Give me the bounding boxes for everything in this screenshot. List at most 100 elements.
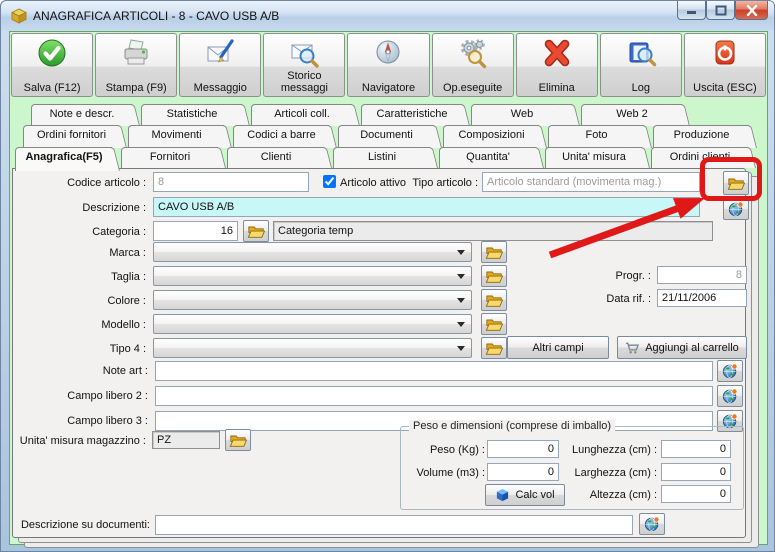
descrizione-documenti-globe-button[interactable] [639,513,665,535]
tipo-4-dropdown[interactable] [153,338,472,358]
tab-anagrafica-f5[interactable]: Anagrafica(F5) [15,147,121,171]
tipo-4-folder-button[interactable] [481,337,507,359]
tab-row-top: Note e descr. Statistiche Articoli coll.… [31,104,691,126]
title-bar[interactable]: ANAGRAFICA ARTICOLI - 8 - CAVO USB A/B [1,1,774,31]
toolbar-button-navigatore[interactable]: Navigatore [347,33,430,97]
toolbar-button-stampa[interactable]: Stampa (F9) [95,33,178,97]
tab-caratteristiche[interactable]: Caratteristiche [361,104,471,126]
folder-icon [485,341,503,356]
volume-label: Volume (m3) : [416,467,485,479]
altezza-field[interactable] [661,485,731,503]
aggiungi-al-carrello-button[interactable]: Aggiungi al carrello [617,336,747,359]
tab-movimenti[interactable]: Movimenti [128,125,233,148]
tipo-articolo-folder-button[interactable] [723,171,749,195]
toolbar-label: Op.eseguite [442,82,503,94]
tipo-articolo-field[interactable] [482,172,700,192]
folder-icon [485,269,503,284]
note-art-field[interactable] [155,361,713,381]
tab-statistiche[interactable]: Statistiche [141,104,251,126]
tab-ordini-fornitori[interactable]: Ordini fornitori [23,125,128,148]
minimize-icon [686,11,696,14]
minimize-button[interactable] [677,1,706,20]
categoria-code-field[interactable] [153,221,238,241]
tab-composizioni[interactable]: Composizioni [443,125,548,148]
toolbar-button-salva[interactable]: Salva (F12) [11,33,94,97]
toolbar-label: Salva (F12) [23,82,81,94]
descrizione-documenti-field[interactable] [155,515,633,535]
toolbar-button-uscita[interactable]: Uscita (ESC) [683,33,766,97]
tab-web-2[interactable]: Web 2 [581,104,691,126]
log-book-icon [629,42,657,67]
toolbar-button-storico-messaggi[interactable]: Storico messaggi [263,33,346,97]
volume-field[interactable] [487,463,559,481]
tab-listini[interactable]: Listini [333,147,439,168]
data-rif-field[interactable] [657,289,747,307]
descrizione-globe-button[interactable] [723,198,749,220]
colore-folder-button[interactable] [481,289,507,311]
tab-quantita[interactable]: Quantita' [439,147,545,168]
campo-libero-2-field[interactable] [155,386,713,406]
codice-articolo-field[interactable] [153,172,309,192]
toolbar-label: Uscita (ESC) [693,82,757,94]
tab-codici-a-barre[interactable]: Codici a barre [233,125,338,148]
tab-documenti[interactable]: Documenti [338,125,443,148]
unita-misura-folder-button[interactable] [225,429,251,451]
categoria-label: Categoria : [92,226,146,238]
larghezza-label: Larghezza (cm) : [574,467,657,479]
modello-dropdown[interactable] [153,314,472,334]
tab-label: Ordini fornitori [36,129,107,141]
tab-label: Unita' misura [562,151,626,163]
window-title: ANAGRAFICA ARTICOLI - 8 - CAVO USB A/B [33,9,280,23]
tab-ordini-clienti[interactable]: Ordini clienti [651,147,757,168]
colore-dropdown[interactable] [153,290,472,310]
delete-x-icon [544,39,570,67]
toolbar-label: Storico messaggi [280,70,328,94]
tab-produzione[interactable]: Produzione [653,125,758,148]
peso-field[interactable] [487,440,559,458]
campo-libero-2-globe-button[interactable] [717,385,743,407]
tab-foto[interactable]: Foto [548,125,653,148]
tab-unita-misura[interactable]: Unita' misura [545,147,651,168]
larghezza-field[interactable] [661,463,731,481]
unita-misura-magazzino-field[interactable] [152,431,220,449]
altri-campi-button[interactable]: Altri campi [507,336,609,359]
aggiungi-al-carrello-label: Aggiungi al carrello [645,341,739,354]
globe-icon [722,363,738,379]
modello-folder-button[interactable] [481,313,507,335]
compass-icon [376,40,400,64]
lunghezza-field[interactable] [661,440,731,458]
calc-vol-button[interactable]: Calc vol [485,484,565,506]
close-button[interactable] [735,1,768,20]
campo-libero-3-label: Campo libero 3 : [67,415,148,427]
tab-note-e-descr[interactable]: Note e descr. [31,104,141,126]
toolbar-button-op-eseguite[interactable]: Op.eseguite [431,33,514,97]
tab-clienti[interactable]: Clienti [227,147,333,168]
descrizione-label: Descrizione : [82,202,146,214]
marca-dropdown[interactable] [153,242,472,262]
chevron-down-icon [457,298,465,307]
progr-field[interactable] [657,266,747,284]
marca-folder-button[interactable] [481,241,507,263]
note-art-globe-button[interactable] [717,360,743,382]
categoria-folder-button[interactable] [243,220,269,242]
tab-label: Note e descr. [49,108,115,120]
toolbar-button-log[interactable]: Log [599,33,682,97]
maximize-button[interactable] [706,1,735,20]
descrizione-field[interactable] [153,197,700,217]
tab-web[interactable]: Web [471,104,581,126]
toolbar-button-elimina[interactable]: Elimina [515,33,598,97]
folder-icon [229,433,247,448]
articolo-attivo-checkbox[interactable] [323,175,336,188]
taglia-folder-button[interactable] [481,265,507,287]
tab-label: Articoli coll. [274,108,330,120]
taglia-dropdown[interactable] [153,266,472,286]
taglia-label: Taglia : [111,271,146,283]
tab-label: Caratteristiche [376,108,448,120]
toolbar-button-messaggio[interactable]: Messaggio [179,33,262,97]
maximize-icon [715,5,726,15]
marca-label: Marca : [109,247,146,259]
data-rif-label: Data rif. : [606,293,651,305]
tab-label: Statistiche [166,108,218,120]
tab-fornitori[interactable]: Fornitori [121,147,227,168]
tab-articoli-coll[interactable]: Articoli coll. [251,104,361,126]
